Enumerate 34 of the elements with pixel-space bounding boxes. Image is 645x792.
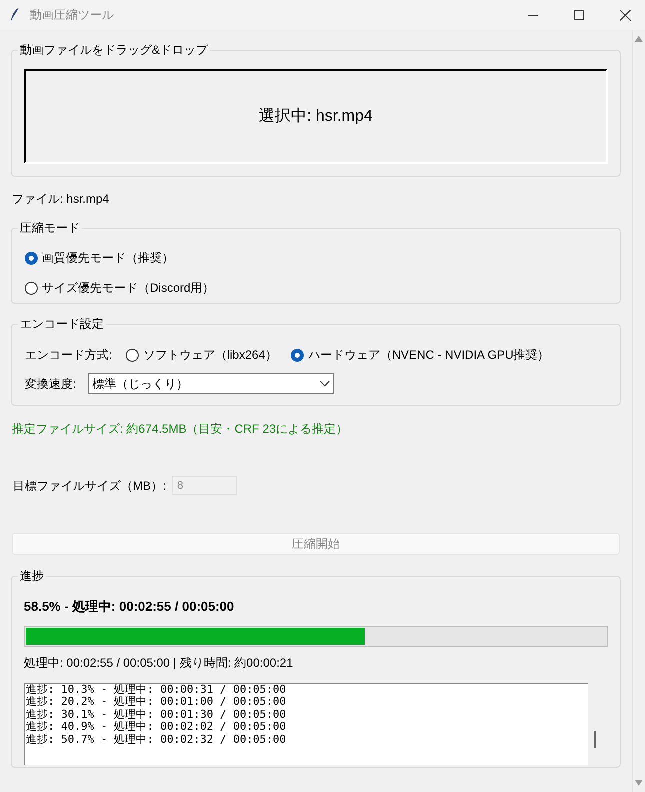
minimize-icon[interactable] — [528, 14, 538, 16]
radio-label: ソフトウェア（libx264） — [143, 347, 278, 364]
close-icon[interactable] — [620, 10, 631, 20]
radio-label: 画質優先モード（推奨） — [42, 250, 174, 267]
radio-button[interactable] — [25, 282, 38, 294]
speed-dropdown[interactable]: 標準（じっくり） — [88, 373, 334, 394]
radio-label: ハードウェア（NVENC - NVIDIA GPU推奨） — [308, 347, 550, 364]
log-line: 進捗: 40.9% - 処理中: 00:02:02 / 00:05:00 — [26, 721, 288, 734]
log-line: 進捗: 20.2% - 処理中: 00:01:00 / 00:05:00 — [26, 696, 288, 708]
group-label: 動画ファイルをドラッグ&ドロップ — [18, 42, 210, 58]
drop-zone-text: 選択中: hsr.mp4 — [259, 106, 373, 126]
window-title: 動画圧縮ツール — [30, 7, 114, 24]
progress-headline: 58.5% - 処理中: 00:02:55 / 00:05:00 — [24, 598, 236, 616]
speed-label: 変換速度: — [25, 376, 76, 392]
log-line: 進捗: 50.7% - 処理中: 00:02:32 / 00:05:00 — [26, 734, 288, 746]
file-label: ファイル: hsr.mp4 — [12, 191, 110, 208]
target-size-label: 目標ファイルサイズ（MB）: — [13, 478, 166, 494]
group-label: 圧縮モード — [18, 220, 82, 236]
radio-button[interactable] — [25, 252, 38, 264]
estimate-text: 推定ファイルサイズ: 約674.5MB（目安・CRF 23による推定） — [12, 421, 350, 438]
group-label: 進捗 — [18, 568, 46, 584]
drop-zone[interactable]: 選択中: hsr.mp4 — [24, 69, 608, 164]
feather-icon — [10, 7, 20, 23]
log-line: 進捗: 10.3% - 処理中: 00:00:31 / 00:05:00 — [26, 684, 288, 696]
radio-label: サイズ優先モード（Discord用） — [42, 280, 215, 297]
progress-detail: 処理中: 00:02:55 / 00:05:00 | 残り時間: 約00:00:21 — [24, 654, 294, 672]
log-scrollbar-thumb[interactable] — [594, 730, 596, 748]
radio-button[interactable] — [291, 348, 304, 362]
log-line: 進捗: 30.1% - 処理中: 00:01:30 / 00:05:00 — [26, 708, 288, 721]
radio-button[interactable] — [126, 348, 140, 362]
encode-method-label: エンコード方式: — [25, 347, 112, 364]
maximize-icon[interactable] — [574, 10, 584, 20]
chevron-down-icon — [320, 380, 330, 386]
group-label: エンコード設定 — [18, 316, 106, 332]
